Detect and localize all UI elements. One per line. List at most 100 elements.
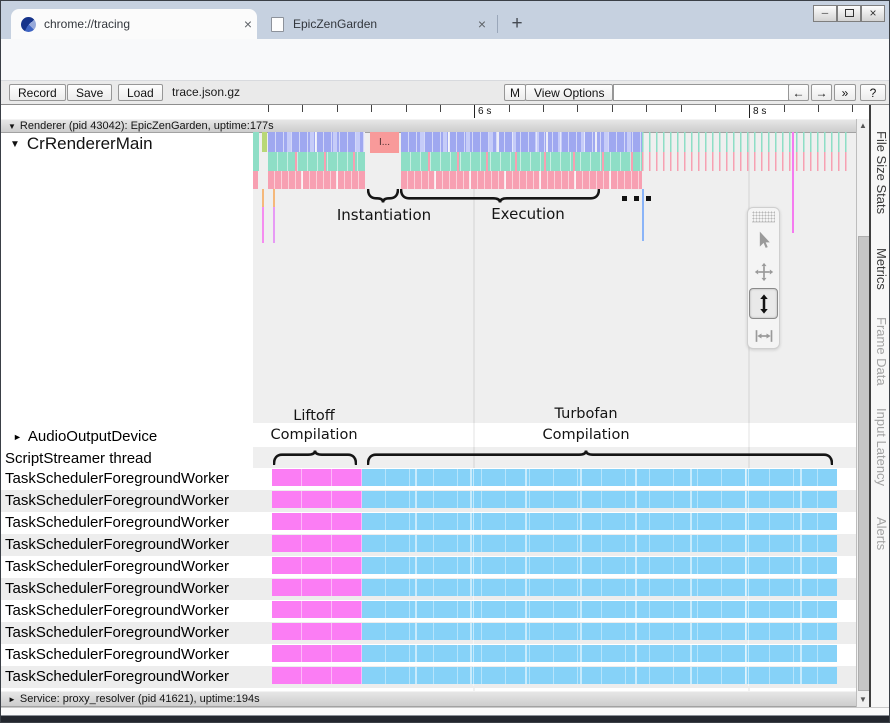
thread-audiooutputdevice: ► AudioOutputDevice — [1, 426, 157, 448]
thread-row-taskscheduler: TaskSchedulerForegroundWorker — [1, 512, 856, 534]
new-tab-button[interactable]: + — [505, 13, 529, 37]
collapse-arrow-icon[interactable]: ▼ — [8, 122, 16, 131]
more-tools-button[interactable]: » — [834, 84, 856, 101]
load-button[interactable]: Load — [118, 84, 163, 101]
scroll-down-icon[interactable]: ▼ — [857, 693, 869, 706]
trace-slices-blue[interactable] — [268, 132, 365, 152]
view-options-button[interactable]: View Options — [525, 84, 613, 101]
thread-row-taskscheduler: TaskSchedulerForegroundWorker — [1, 622, 856, 644]
tab-close-icon[interactable]: × — [473, 16, 491, 32]
thread-row-taskscheduler: TaskSchedulerForegroundWorker — [1, 644, 856, 666]
scroll-up-icon[interactable]: ▲ — [857, 119, 869, 132]
turbofan-compile-bar[interactable] — [362, 667, 837, 684]
save-button[interactable]: Save — [67, 84, 112, 101]
record-button[interactable]: Record — [9, 84, 66, 101]
tool-palette — [747, 207, 780, 349]
liftoff-compile-bar[interactable] — [272, 645, 362, 662]
turbofan-compile-bar[interactable] — [362, 557, 837, 574]
side-panel-tab[interactable]: Input Latency — [874, 408, 889, 486]
liftoff-compile-bar[interactable] — [272, 579, 362, 596]
zoom-tool-button[interactable] — [749, 288, 778, 319]
trace-slice[interactable] — [253, 171, 258, 189]
tab-epiczengarden[interactable]: EpicZenGarden × — [259, 9, 491, 39]
trace-slices-pink[interactable] — [401, 171, 642, 189]
timeline-ruler: 6 s8 s — [1, 105, 869, 119]
trace-slices-teal[interactable] — [268, 152, 365, 171]
thread-label: CrRendererMain — [27, 134, 153, 153]
palette-drag-handle[interactable] — [752, 211, 775, 223]
find-previous-button[interactable]: ← — [788, 84, 809, 101]
thread-label: TaskSchedulerForegroundWorker — [5, 622, 229, 644]
side-panel-tab[interactable]: Frame Data — [874, 317, 889, 386]
vertical-zoom-icon — [754, 294, 774, 314]
ruler-tick — [681, 105, 682, 112]
ruler-tick — [268, 105, 269, 112]
liftoff-compile-bar[interactable] — [272, 623, 362, 640]
thread-row-taskscheduler: TaskSchedulerForegroundWorker — [1, 490, 856, 512]
trace-slices-blue[interactable] — [401, 132, 642, 152]
vertical-scrollbar[interactable]: ▲ ▼ — [856, 119, 869, 707]
trace-slices-pink[interactable] — [268, 171, 365, 189]
search-input[interactable] — [613, 84, 789, 101]
ruler-label: 6 s — [478, 106, 491, 117]
thread-label: TaskSchedulerForegroundWorker — [5, 468, 229, 490]
expand-arrow-icon[interactable]: ► — [8, 695, 16, 704]
thread-label: TaskSchedulerForegroundWorker — [5, 578, 229, 600]
turbofan-compile-bar[interactable] — [362, 469, 837, 486]
trace-filename: trace.json.gz — [172, 81, 240, 104]
trace-slices-teal[interactable] — [401, 152, 642, 171]
trace-slice[interactable] — [262, 132, 267, 152]
side-panel-tab[interactable]: Alerts — [874, 517, 889, 550]
turbofan-compile-bar[interactable] — [362, 491, 837, 508]
thread-label: TaskSchedulerForegroundWorker — [5, 490, 229, 512]
ruler-tick — [818, 105, 819, 112]
instantiation-brace — [367, 189, 399, 204]
help-button[interactable]: ? — [860, 84, 886, 101]
sparse-slices-teal[interactable] — [642, 132, 849, 152]
trace-slice[interactable] — [253, 132, 259, 171]
timing-tool-button[interactable] — [749, 320, 778, 351]
liftoff-compile-bar[interactable] — [272, 469, 362, 486]
tab-title: EpicZenGarden — [293, 17, 473, 31]
find-next-button[interactable]: → — [811, 84, 832, 101]
minimize-button[interactable]: ─ — [813, 5, 837, 22]
liftoff-compile-bar[interactable] — [272, 601, 362, 618]
ruler-tick — [612, 105, 613, 112]
titlebar: chrome://tracing × EpicZenGarden × + ─ × — [1, 1, 889, 39]
maximize-button[interactable] — [837, 5, 861, 22]
turbofan-compile-bar[interactable] — [362, 645, 837, 662]
service-header-text: Service: proxy_resolver (pid 41621), upt… — [20, 693, 260, 705]
tab-close-icon[interactable]: × — [239, 16, 257, 32]
liftoff-compile-bar[interactable] — [272, 491, 362, 508]
side-panel-tab[interactable]: Metrics — [874, 248, 889, 290]
turbofan-brace — [367, 449, 833, 465]
cursor-icon — [754, 230, 774, 250]
turbofan-compile-bar[interactable] — [362, 535, 837, 552]
liftoff-compile-bar[interactable] — [272, 513, 362, 530]
turbofan-compile-bar[interactable] — [362, 623, 837, 640]
turbofan-compile-bar[interactable] — [362, 579, 837, 596]
liftoff-compile-bar[interactable] — [272, 667, 362, 684]
expand-arrow-icon[interactable]: ► — [13, 432, 22, 442]
thread-label: TaskSchedulerForegroundWorker — [5, 644, 229, 666]
turbofan-compile-bar[interactable] — [362, 513, 837, 530]
liftoff-compile-bar[interactable] — [272, 557, 362, 574]
close-button[interactable]: × — [861, 5, 885, 22]
tab-tracing[interactable]: chrome://tracing × — [11, 9, 257, 39]
side-panel-tab[interactable]: File Size Stats — [874, 131, 889, 214]
ruler-tick — [440, 105, 441, 112]
instantiate-slice[interactable]: I... — [370, 132, 399, 153]
turbofan-label-line1: Turbofan — [554, 406, 617, 422]
thread-label: TaskSchedulerForegroundWorker — [5, 666, 229, 688]
gridline-highlight — [748, 468, 749, 686]
select-tool-button[interactable] — [749, 224, 778, 255]
metadata-button[interactable]: M — [504, 84, 526, 101]
thread-label: AudioOutputDevice — [28, 428, 157, 445]
service-process-header[interactable]: ► Service: proxy_resolver (pid 41621), up… — [1, 691, 869, 707]
sparse-slices-pink[interactable] — [642, 152, 849, 171]
liftoff-compile-bar[interactable] — [272, 535, 362, 552]
pan-tool-button[interactable] — [749, 256, 778, 287]
renderer-process-header[interactable]: ▼Renderer (pid 43042): EpicZenGarden, up… — [1, 119, 869, 133]
collapse-arrow-icon[interactable]: ▼ — [10, 139, 20, 150]
turbofan-compile-bar[interactable] — [362, 601, 837, 618]
